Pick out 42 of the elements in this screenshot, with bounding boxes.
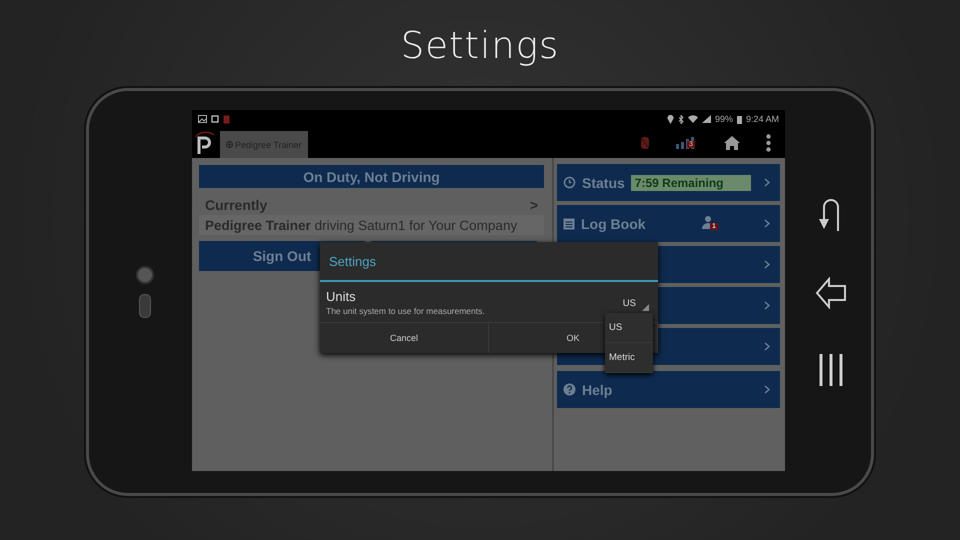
menu-label: Log Book <box>581 216 646 232</box>
dropdown-triangle-icon <box>642 304 649 311</box>
chevron-icon <box>764 219 770 228</box>
chevron-icon <box>764 178 770 187</box>
dialog-button[interactable]: Cancel <box>320 323 489 353</box>
menu-label: Status <box>582 174 625 190</box>
dropdown-option[interactable]: US <box>605 313 653 343</box>
chevron-icon <box>764 342 770 351</box>
setting-label: Units <box>326 288 357 304</box>
clock-icon <box>563 176 576 189</box>
chevron-icon <box>764 260 770 269</box>
help-icon <box>563 383 576 396</box>
remaining-time: 7:59 Remaining <box>630 174 751 190</box>
units-dropdown[interactable]: US <box>622 298 636 308</box>
battery-percentage: 99% <box>714 114 733 124</box>
more-options-icon[interactable] <box>766 134 771 152</box>
duty-status-bar: On Duty, Not Driving <box>199 165 544 188</box>
camera-icon <box>136 266 154 284</box>
chevron-icon <box>764 301 770 310</box>
menu-label: Help <box>582 382 612 398</box>
square-icon <box>211 115 219 123</box>
signal-icon <box>702 115 711 123</box>
document-icon <box>223 114 230 124</box>
plus-circle-icon <box>226 141 233 148</box>
location-icon <box>666 114 674 124</box>
home-icon[interactable] <box>724 136 740 150</box>
dialog-title: Settings <box>320 242 658 282</box>
bluetooth-icon <box>678 114 684 124</box>
clock-time: 9:24 AM <box>746 114 779 124</box>
driver-info-text: Pedigree Trainer driving Saturn1 for Your Company <box>199 215 544 235</box>
wifi-icon <box>688 115 698 123</box>
chevron-icon <box>764 385 770 394</box>
left-arrow-icon[interactable] <box>815 277 847 309</box>
list-icon <box>563 218 575 230</box>
sensor-icon <box>138 294 150 318</box>
image-icon <box>198 115 207 123</box>
slide-title: Settings <box>400 24 560 69</box>
app-logo-icon <box>194 130 216 156</box>
battery-icon <box>736 114 742 124</box>
setting-description: The unit system to use for measurements. <box>326 306 486 316</box>
dropdown-option[interactable]: Metric <box>605 343 653 373</box>
recent-apps-icon[interactable] <box>818 353 844 387</box>
